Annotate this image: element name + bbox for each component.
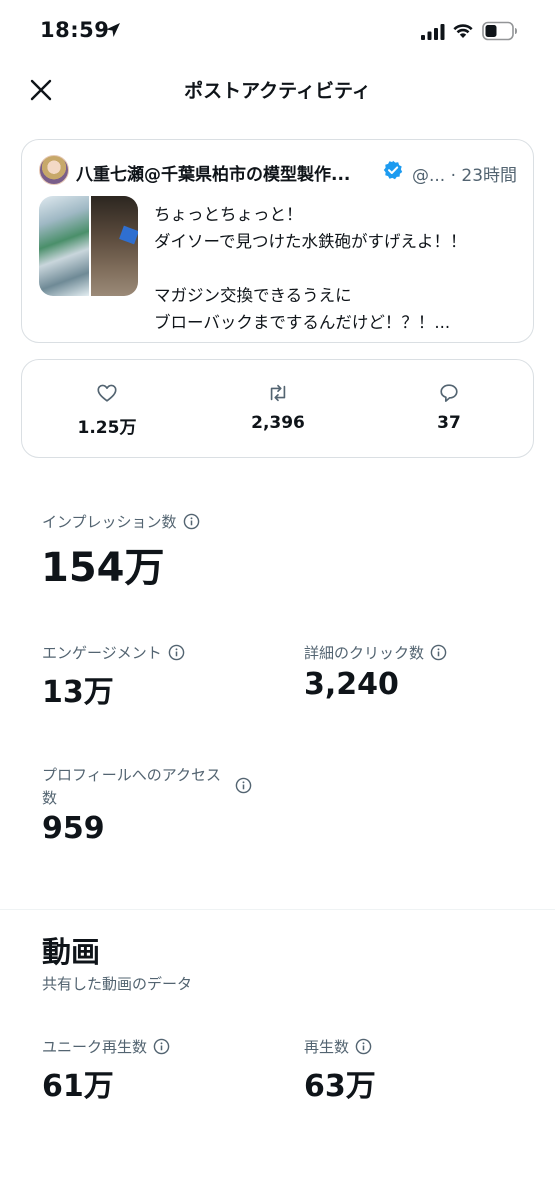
replies-stat: 37 xyxy=(364,360,534,459)
status-bar: 18:59 xyxy=(0,0,555,62)
detail-clicks-label: 詳細のクリック数 xyxy=(304,644,425,662)
post-media-thumbnail[interactable] xyxy=(39,196,138,296)
engagements-label: エンゲージメント xyxy=(42,644,162,662)
views-label: 再生数 xyxy=(304,1038,350,1056)
info-icon[interactable] xyxy=(168,644,185,661)
detail-clicks-label-row: 詳細のクリック数 xyxy=(304,642,447,663)
heart-icon xyxy=(97,384,117,402)
views-label-row: 再生数 xyxy=(304,1036,372,1057)
detail-clicks-value: 3,240 xyxy=(304,667,399,702)
video-section-subtitle: 共有した動画のデータ xyxy=(42,975,193,993)
impressions-value: 154万 xyxy=(41,545,165,591)
impressions-label-row: インプレッション数 xyxy=(42,511,200,532)
engagements-label-row: エンゲージメント xyxy=(42,642,185,663)
verified-badge-icon xyxy=(383,160,403,180)
avatar[interactable] xyxy=(39,155,69,185)
location-arrow-icon xyxy=(106,23,120,37)
unique-views-label: ユニーク再生数 xyxy=(42,1038,148,1056)
cellular-signal-icon xyxy=(421,24,445,40)
repost-icon xyxy=(270,384,286,402)
impressions-label: インプレッション数 xyxy=(42,513,177,531)
info-icon[interactable] xyxy=(355,1038,372,1055)
wifi-icon xyxy=(453,24,473,38)
likes-stat: 1.25万 xyxy=(22,360,192,459)
page-title: ポストアクティビティ xyxy=(184,80,371,102)
media-image-1 xyxy=(39,196,89,296)
profile-visits-label: プロフィールへのアクセス数 xyxy=(42,766,221,807)
info-icon[interactable] xyxy=(430,644,447,661)
status-time: 18:59 xyxy=(40,18,110,42)
reply-bubble-icon xyxy=(440,384,458,402)
handle-and-time: @... · 23時間 xyxy=(412,166,518,186)
post-card[interactable]: 八重七瀬@千葉県柏市の模型製作... @... · 23時間 ちょっとちょっと！… xyxy=(21,139,534,343)
profile-visits-value: 959 xyxy=(42,811,105,846)
profile-visits-label-row: プロフィールへのアクセス数 xyxy=(42,764,272,810)
replies-count: 37 xyxy=(437,413,461,433)
unique-views-value: 61万 xyxy=(42,1069,114,1104)
battery-icon xyxy=(482,21,517,41)
video-section-title: 動画 xyxy=(42,935,101,969)
section-divider xyxy=(0,909,555,910)
info-icon[interactable] xyxy=(235,777,252,794)
info-icon[interactable] xyxy=(153,1038,170,1055)
info-icon[interactable] xyxy=(183,513,200,530)
reposts-stat: 2,396 xyxy=(193,360,363,459)
author-name: 八重七瀬@千葉県柏市の模型製作... xyxy=(76,165,351,185)
media-image-2 xyxy=(88,196,138,296)
reposts-count: 2,396 xyxy=(251,413,305,433)
unique-views-label-row: ユニーク再生数 xyxy=(42,1036,170,1057)
post-text: ちょっとちょっと！ ダイソーで見つけた水鉄砲がすげえよ！！ マガジン交換できるう… xyxy=(154,205,467,332)
likes-count: 1.25万 xyxy=(77,418,137,438)
engagements-value: 13万 xyxy=(42,675,114,710)
views-value: 63万 xyxy=(304,1069,376,1104)
engagement-card: 1.25万 2,396 37 xyxy=(21,359,534,458)
